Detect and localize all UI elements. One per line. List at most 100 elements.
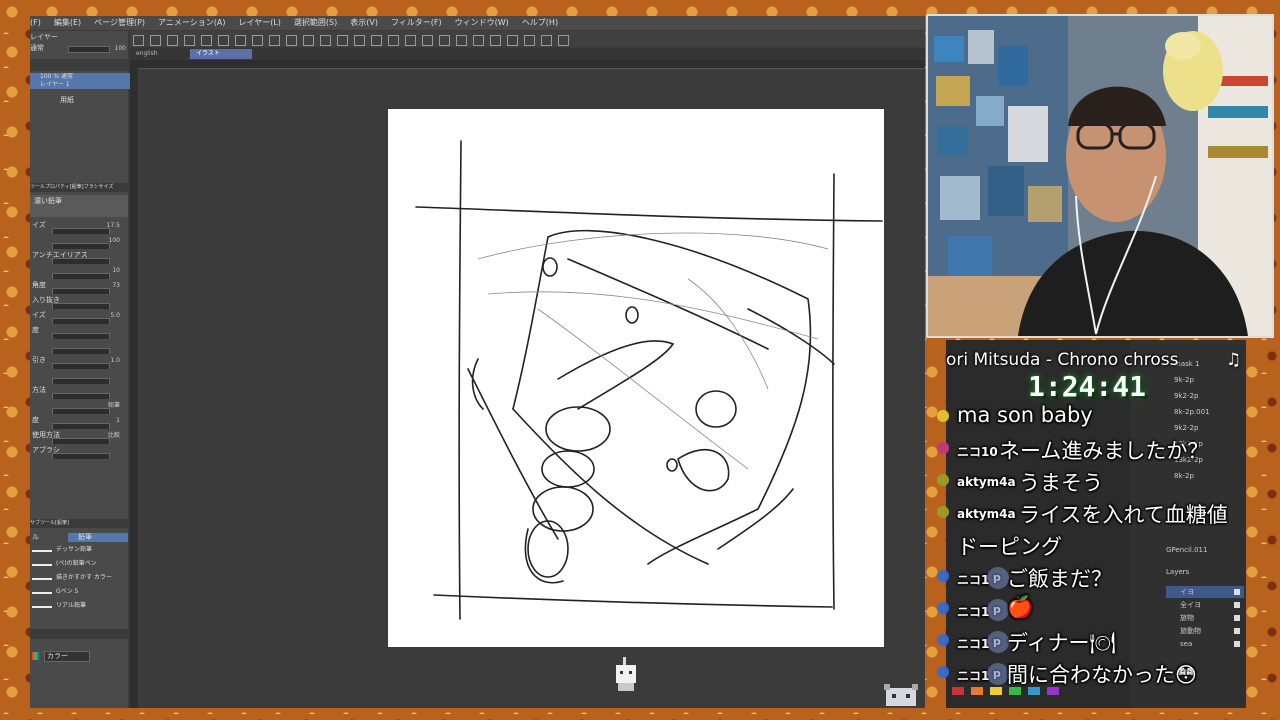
toolbar-icon[interactable] — [167, 35, 178, 46]
toolbar-icon[interactable] — [405, 35, 416, 46]
property-slider[interactable] — [52, 228, 110, 234]
toolbar-icon[interactable] — [388, 35, 399, 46]
property-slider[interactable] — [52, 333, 110, 339]
property-row[interactable] — [30, 371, 128, 384]
toolbar-icon[interactable] — [456, 35, 467, 46]
drawing-paper[interactable] — [388, 109, 884, 647]
subtool-tabs[interactable]: ル 鉛筆 — [30, 533, 128, 542]
toolbar-icon[interactable] — [320, 35, 331, 46]
subtool-tab-pencil[interactable]: 鉛筆 — [68, 533, 128, 542]
property-slider[interactable] — [52, 243, 110, 249]
toolbar-icon[interactable] — [269, 35, 280, 46]
toolbar-icon[interactable] — [150, 35, 161, 46]
property-slider[interactable] — [52, 303, 110, 309]
layer-tool-icons[interactable] — [30, 59, 128, 71]
toolbar-icon[interactable] — [558, 35, 569, 46]
property-label: イズ — [32, 311, 46, 319]
menu-item[interactable]: フィルター(F) — [391, 18, 442, 27]
property-row[interactable]: 度 — [30, 326, 128, 339]
subtool-item[interactable]: (ペ)の鉛筆ペン — [30, 559, 128, 572]
property-row[interactable]: 度1 — [30, 416, 128, 429]
toolbar-icon[interactable] — [286, 35, 297, 46]
property-slider[interactable] — [52, 273, 110, 279]
toolbar-icon[interactable] — [371, 35, 382, 46]
property-row[interactable]: 方法 — [30, 386, 128, 399]
property-slider[interactable] — [52, 288, 110, 294]
subtool-item[interactable]: リアル鉛筆 — [30, 601, 128, 614]
property-row[interactable]: 使用方法 比較 — [30, 431, 128, 444]
menu-item[interactable]: (F) — [30, 18, 41, 27]
color-row[interactable]: カラー — [30, 649, 128, 663]
color-select[interactable]: カラー — [44, 651, 90, 662]
subtool-label: リアル鉛筆 — [56, 602, 86, 609]
toolbar-icon[interactable] — [354, 35, 365, 46]
property-row[interactable]: アンチエイリアス — [30, 251, 128, 264]
toolbar-icon[interactable] — [201, 35, 212, 46]
property-row[interactable]: イズ 5.0 — [30, 311, 128, 324]
toolbar-icon[interactable] — [337, 35, 348, 46]
property-slider[interactable] — [52, 408, 110, 414]
menu-item[interactable]: ページ管理(P) — [94, 18, 145, 27]
menu-item[interactable]: レイヤー(L) — [238, 18, 280, 27]
opacity-slider[interactable] — [68, 46, 110, 53]
property-row[interactable]: イズ 17.5 — [30, 221, 128, 234]
blend-mode-row[interactable]: 通常 100 — [30, 44, 128, 53]
tab-illust[interactable]: イラスト — [190, 49, 252, 59]
property-row[interactable]: 角度 73 — [30, 281, 128, 294]
horizontal-ruler — [138, 60, 925, 69]
property-slider[interactable] — [52, 348, 110, 354]
chat-badge-icon — [937, 474, 949, 486]
toolbar-icon[interactable] — [218, 35, 229, 46]
subtool-item[interactable]: Gペン 5 — [30, 587, 128, 600]
toolbar-icon[interactable] — [439, 35, 450, 46]
property-row[interactable]: 100 — [30, 236, 128, 249]
menu-item[interactable]: 選択範囲(S) — [294, 18, 337, 27]
subtool-label: 描きかすかす カラー — [56, 574, 112, 581]
subtool-tab-1[interactable]: ル — [32, 533, 39, 542]
layer-row-1[interactable]: 100 % 通常 レイヤー 1 — [30, 73, 138, 89]
property-slider[interactable] — [52, 438, 110, 444]
menu-item[interactable]: 編集(E) — [54, 18, 81, 27]
toolbar-icon[interactable] — [541, 35, 552, 46]
property-row[interactable]: アブラシ — [30, 446, 128, 459]
tab-english[interactable]: english — [130, 49, 164, 59]
menu-item[interactable]: アニメーション(A) — [158, 18, 225, 27]
outliner-item[interactable]: 9k2-2p — [1174, 390, 1252, 402]
chat-username: ニコ10 — [957, 445, 998, 459]
opacity-value: 100 — [114, 45, 126, 52]
property-value: 比較 — [107, 432, 120, 439]
property-slider[interactable] — [52, 453, 110, 459]
menu-item[interactable]: 表示(V) — [350, 18, 378, 27]
toolbar-icon[interactable] — [235, 35, 246, 46]
toolbar-icon[interactable] — [252, 35, 263, 46]
pixel-creature-sprite — [884, 684, 918, 706]
property-slider[interactable] — [52, 393, 110, 399]
now-playing-song: ori Mitsuda - Chrono chross — [946, 350, 1179, 370]
property-row[interactable]: 引き 1.0 — [30, 356, 128, 369]
property-row[interactable]: 鉛筆 — [30, 401, 128, 414]
toolbar-icon[interactable] — [184, 35, 195, 46]
canvas-area[interactable] — [138, 69, 925, 708]
menu-item[interactable]: ウィンドウ(W) — [455, 18, 509, 27]
command-bar — [130, 31, 925, 47]
property-row[interactable]: 入り抜き — [30, 296, 128, 309]
property-row[interactable] — [30, 341, 128, 354]
outliner-item[interactable]: 9k-2p — [1174, 374, 1252, 386]
toolbar-icon[interactable] — [303, 35, 314, 46]
toolbar-icon[interactable] — [473, 35, 484, 46]
property-slider[interactable] — [52, 258, 110, 264]
toolbar-icon[interactable] — [490, 35, 501, 46]
toolbar-icon[interactable] — [133, 35, 144, 46]
menu-item[interactable]: ヘルプ(H) — [522, 18, 558, 27]
toolbar-icon[interactable] — [422, 35, 433, 46]
blend-mode-select[interactable]: 通常 — [30, 44, 44, 52]
property-slider[interactable] — [52, 318, 110, 324]
property-row[interactable]: 10 — [30, 266, 128, 279]
toolbar-icon[interactable] — [507, 35, 518, 46]
subtool-item[interactable]: 描きかすかす カラー — [30, 573, 128, 586]
toolbar-icon[interactable] — [524, 35, 535, 46]
property-slider[interactable] — [52, 363, 110, 369]
property-slider[interactable] — [52, 423, 110, 429]
subtool-item[interactable]: デッサン鉛筆 — [30, 545, 128, 558]
property-slider[interactable] — [52, 378, 110, 384]
